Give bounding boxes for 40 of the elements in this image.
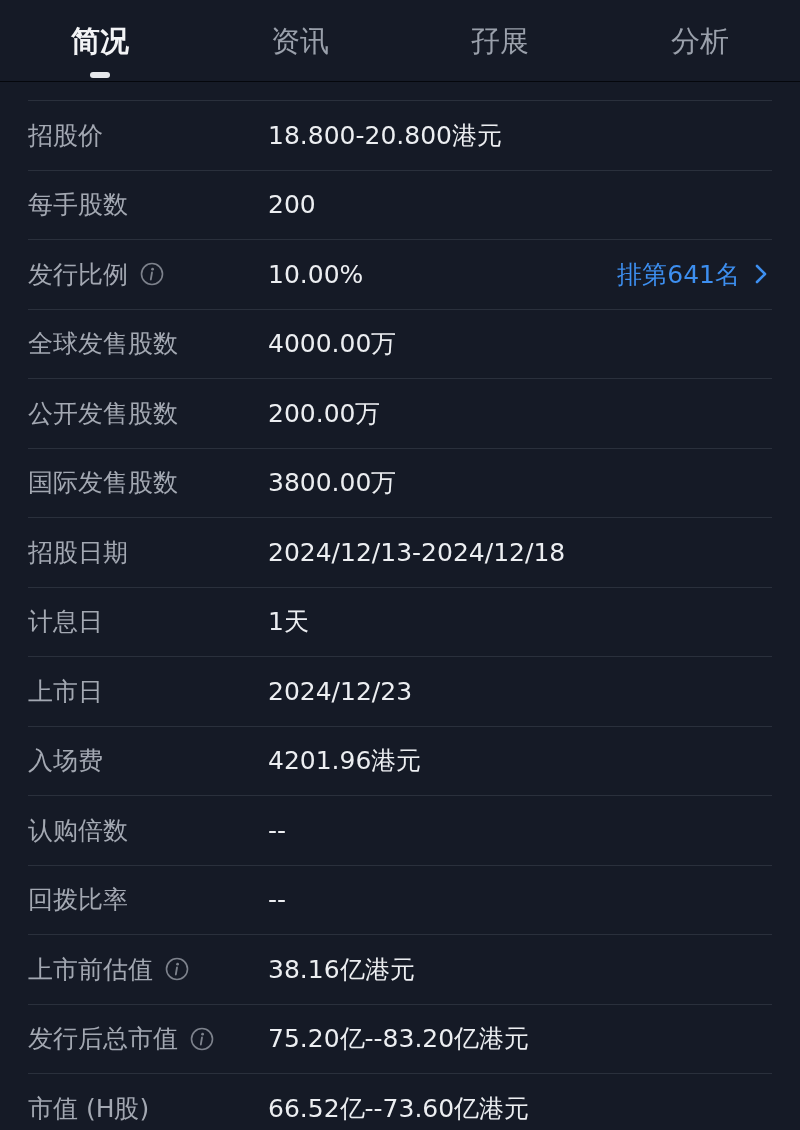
field-value: -- bbox=[268, 885, 288, 915]
field-label: 发行比例 bbox=[28, 258, 128, 291]
field-value: 38.16亿港元 bbox=[268, 953, 416, 986]
field-label: 每手股数 bbox=[28, 189, 128, 222]
field-label: 国际发售股数 bbox=[28, 467, 178, 500]
field-label: 认购倍数 bbox=[28, 814, 128, 847]
rank-link[interactable]: 排第641名 bbox=[617, 257, 768, 291]
field-value: 2024/12/13-2024/12/18 bbox=[268, 537, 567, 567]
field-value: 4000.00万 bbox=[268, 328, 398, 361]
field-value: 75.20亿--83.20亿港元 bbox=[268, 1023, 531, 1056]
field-label: 回拨比率 bbox=[28, 884, 128, 917]
field-label: 全球发售股数 bbox=[28, 328, 178, 361]
field-value: 1天 bbox=[268, 606, 310, 639]
field-label: 发行后总市值 bbox=[28, 1023, 178, 1056]
field-value: 10.00% bbox=[268, 259, 365, 289]
info-icon[interactable] bbox=[190, 1026, 214, 1051]
field-label: 上市日 bbox=[28, 675, 103, 708]
field-label: 招股日期 bbox=[28, 536, 128, 569]
field-label: 公开发售股数 bbox=[28, 397, 178, 430]
field-label: 计息日 bbox=[28, 606, 103, 639]
info-icon[interactable] bbox=[140, 262, 164, 287]
tab[interactable]: 资讯 bbox=[200, 0, 400, 81]
field-label: 市值 (H股) bbox=[28, 1092, 150, 1125]
field-label: 入场费 bbox=[28, 745, 103, 778]
tab[interactable]: 孖展 bbox=[400, 0, 600, 81]
tab[interactable]: 分析 bbox=[600, 0, 800, 81]
tab-indicator bbox=[90, 72, 110, 78]
field-value: 66.52亿--73.60亿港元 bbox=[268, 1092, 531, 1125]
tab[interactable]: 简况 bbox=[0, 0, 200, 81]
field-value: 18.800-20.800港元 bbox=[268, 119, 503, 152]
field-value: -- bbox=[268, 815, 288, 845]
field-value: 200.00万 bbox=[268, 397, 382, 430]
field-value: 3800.00万 bbox=[268, 467, 398, 500]
field-label: 招股价 bbox=[28, 119, 103, 152]
chevron-right-icon bbox=[754, 263, 768, 286]
field-value: 4201.96港元 bbox=[268, 745, 423, 778]
field-value: 200 bbox=[268, 190, 317, 220]
field-value: 2024/12/23 bbox=[268, 676, 414, 706]
info-icon[interactable] bbox=[165, 957, 189, 982]
field-label: 上市前估值 bbox=[28, 953, 153, 986]
